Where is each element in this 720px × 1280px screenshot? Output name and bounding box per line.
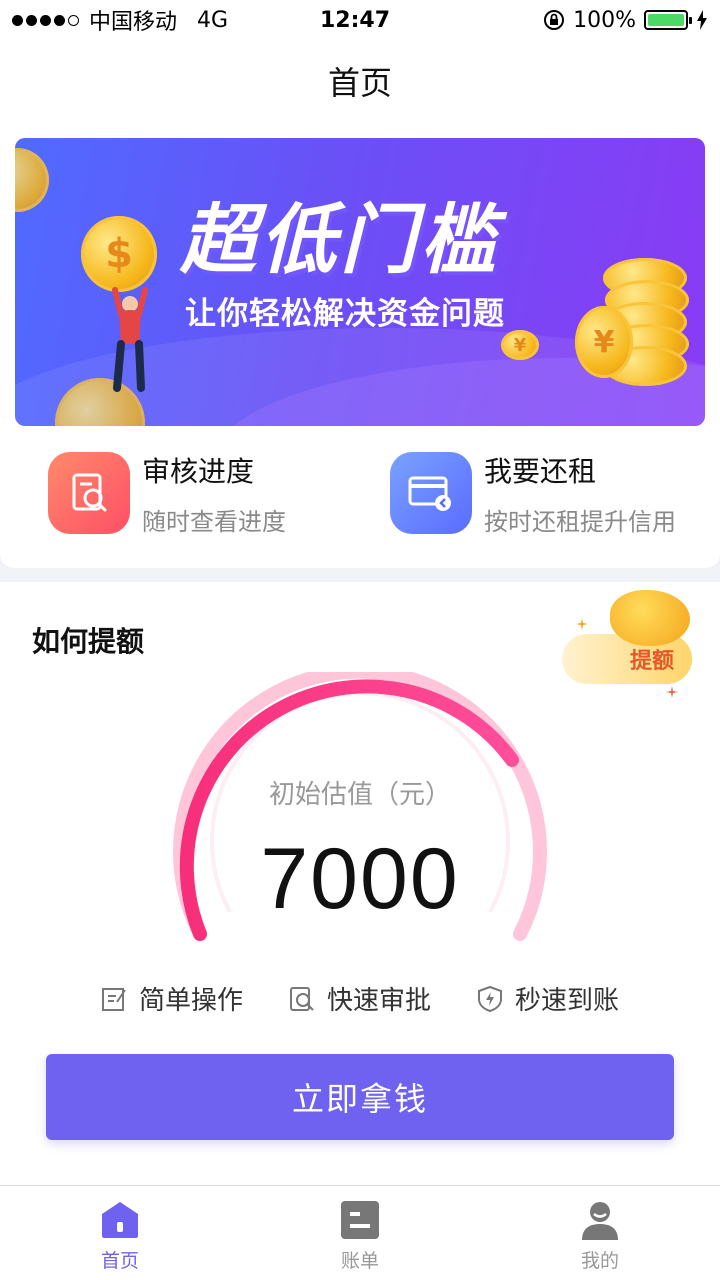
lightning-shield-icon [478, 985, 502, 1012]
card-payment-icon [390, 452, 472, 534]
quick-link-subtitle: 按时还租提升信用 [484, 507, 676, 536]
signal-icon [12, 14, 79, 26]
top-card: $ 超低门槛 让你轻松解决资金问题 ¥ ¥ 审核进度 随时查看进度 我要还租 按… [0, 122, 720, 568]
bill-icon [341, 1201, 379, 1239]
tab-bills[interactable]: 账单 [240, 1186, 480, 1280]
quick-link-subtitle: 随时查看进度 [142, 507, 286, 536]
yen-coin-icon: ¥ [501, 330, 539, 360]
quick-link-title: 审核进度 [142, 454, 255, 488]
tab-label: 我的 [580, 1250, 619, 1272]
feature-list: 简单操作 快速审批 秒速到账 [0, 980, 720, 1017]
section-title: 如何提额 [32, 625, 145, 658]
quick-link-title: 我要还租 [484, 454, 597, 488]
tab-mine[interactable]: 我的 [480, 1186, 720, 1280]
edit-icon [101, 987, 126, 1011]
feature-item: 秒速到账 [477, 980, 619, 1017]
charging-icon [697, 10, 707, 30]
battery-icon [644, 10, 692, 30]
carrier-name: 中国移动 [89, 10, 178, 35]
battery-percent: 100% [573, 7, 636, 33]
gold-pig-icon [610, 590, 690, 646]
raise-limit-badge[interactable]: 提额 [556, 582, 706, 702]
quick-link-return-rent[interactable]: 我要还租 按时还租提升信用 [390, 448, 676, 538]
feature-label: 秒速到账 [515, 986, 620, 1016]
page-title: 首页 [327, 64, 392, 102]
sparkle-icon [576, 618, 588, 630]
coin-icon [15, 148, 49, 212]
tab-label: 账单 [340, 1250, 379, 1272]
search-review-icon [289, 986, 314, 1011]
tab-bar: 首页 账单 我的 [0, 1185, 720, 1280]
tab-home[interactable]: 首页 [0, 1186, 240, 1280]
feature-item: 快速审批 [289, 980, 431, 1017]
status-time: 12:47 [319, 7, 391, 33]
banner-subtitle: 让你轻松解决资金问题 [185, 296, 505, 332]
orientation-lock-icon [544, 10, 565, 30]
person-illustration [112, 287, 148, 392]
gauge-value: 7000 [260, 831, 460, 927]
dollar-coin-icon: $ [81, 216, 157, 292]
feature-label: 快速审批 [326, 986, 431, 1016]
quick-link-review-progress[interactable]: 审核进度 随时查看进度 [48, 448, 286, 538]
status-bar: 中国移动 4G 12:47 100% [0, 0, 720, 40]
review-search-icon [48, 452, 130, 534]
home-icon [102, 1202, 138, 1238]
feature-item: 简单操作 [101, 980, 243, 1017]
credit-card: 如何提额 提额 初始估值（元） 7000 简单操作 快速审批 秒速到账 立即拿钱 [0, 582, 720, 1185]
get-money-button[interactable]: 立即拿钱 [46, 1054, 674, 1140]
nav-bar: 首页 [0, 40, 720, 122]
yen-coin-icon: ¥ [575, 306, 633, 378]
user-icon [582, 1202, 618, 1240]
network-type: 4G [197, 7, 229, 33]
feature-label: 简单操作 [138, 986, 243, 1016]
status-right: 100% [478, 8, 708, 33]
tab-label: 首页 [100, 1250, 139, 1272]
sparkle-icon [666, 686, 678, 698]
banner-title: 超低门槛 [180, 195, 500, 284]
gauge-label: 初始估值（元） [268, 780, 451, 810]
promo-banner[interactable]: $ 超低门槛 让你轻松解决资金问题 ¥ ¥ [15, 138, 705, 426]
